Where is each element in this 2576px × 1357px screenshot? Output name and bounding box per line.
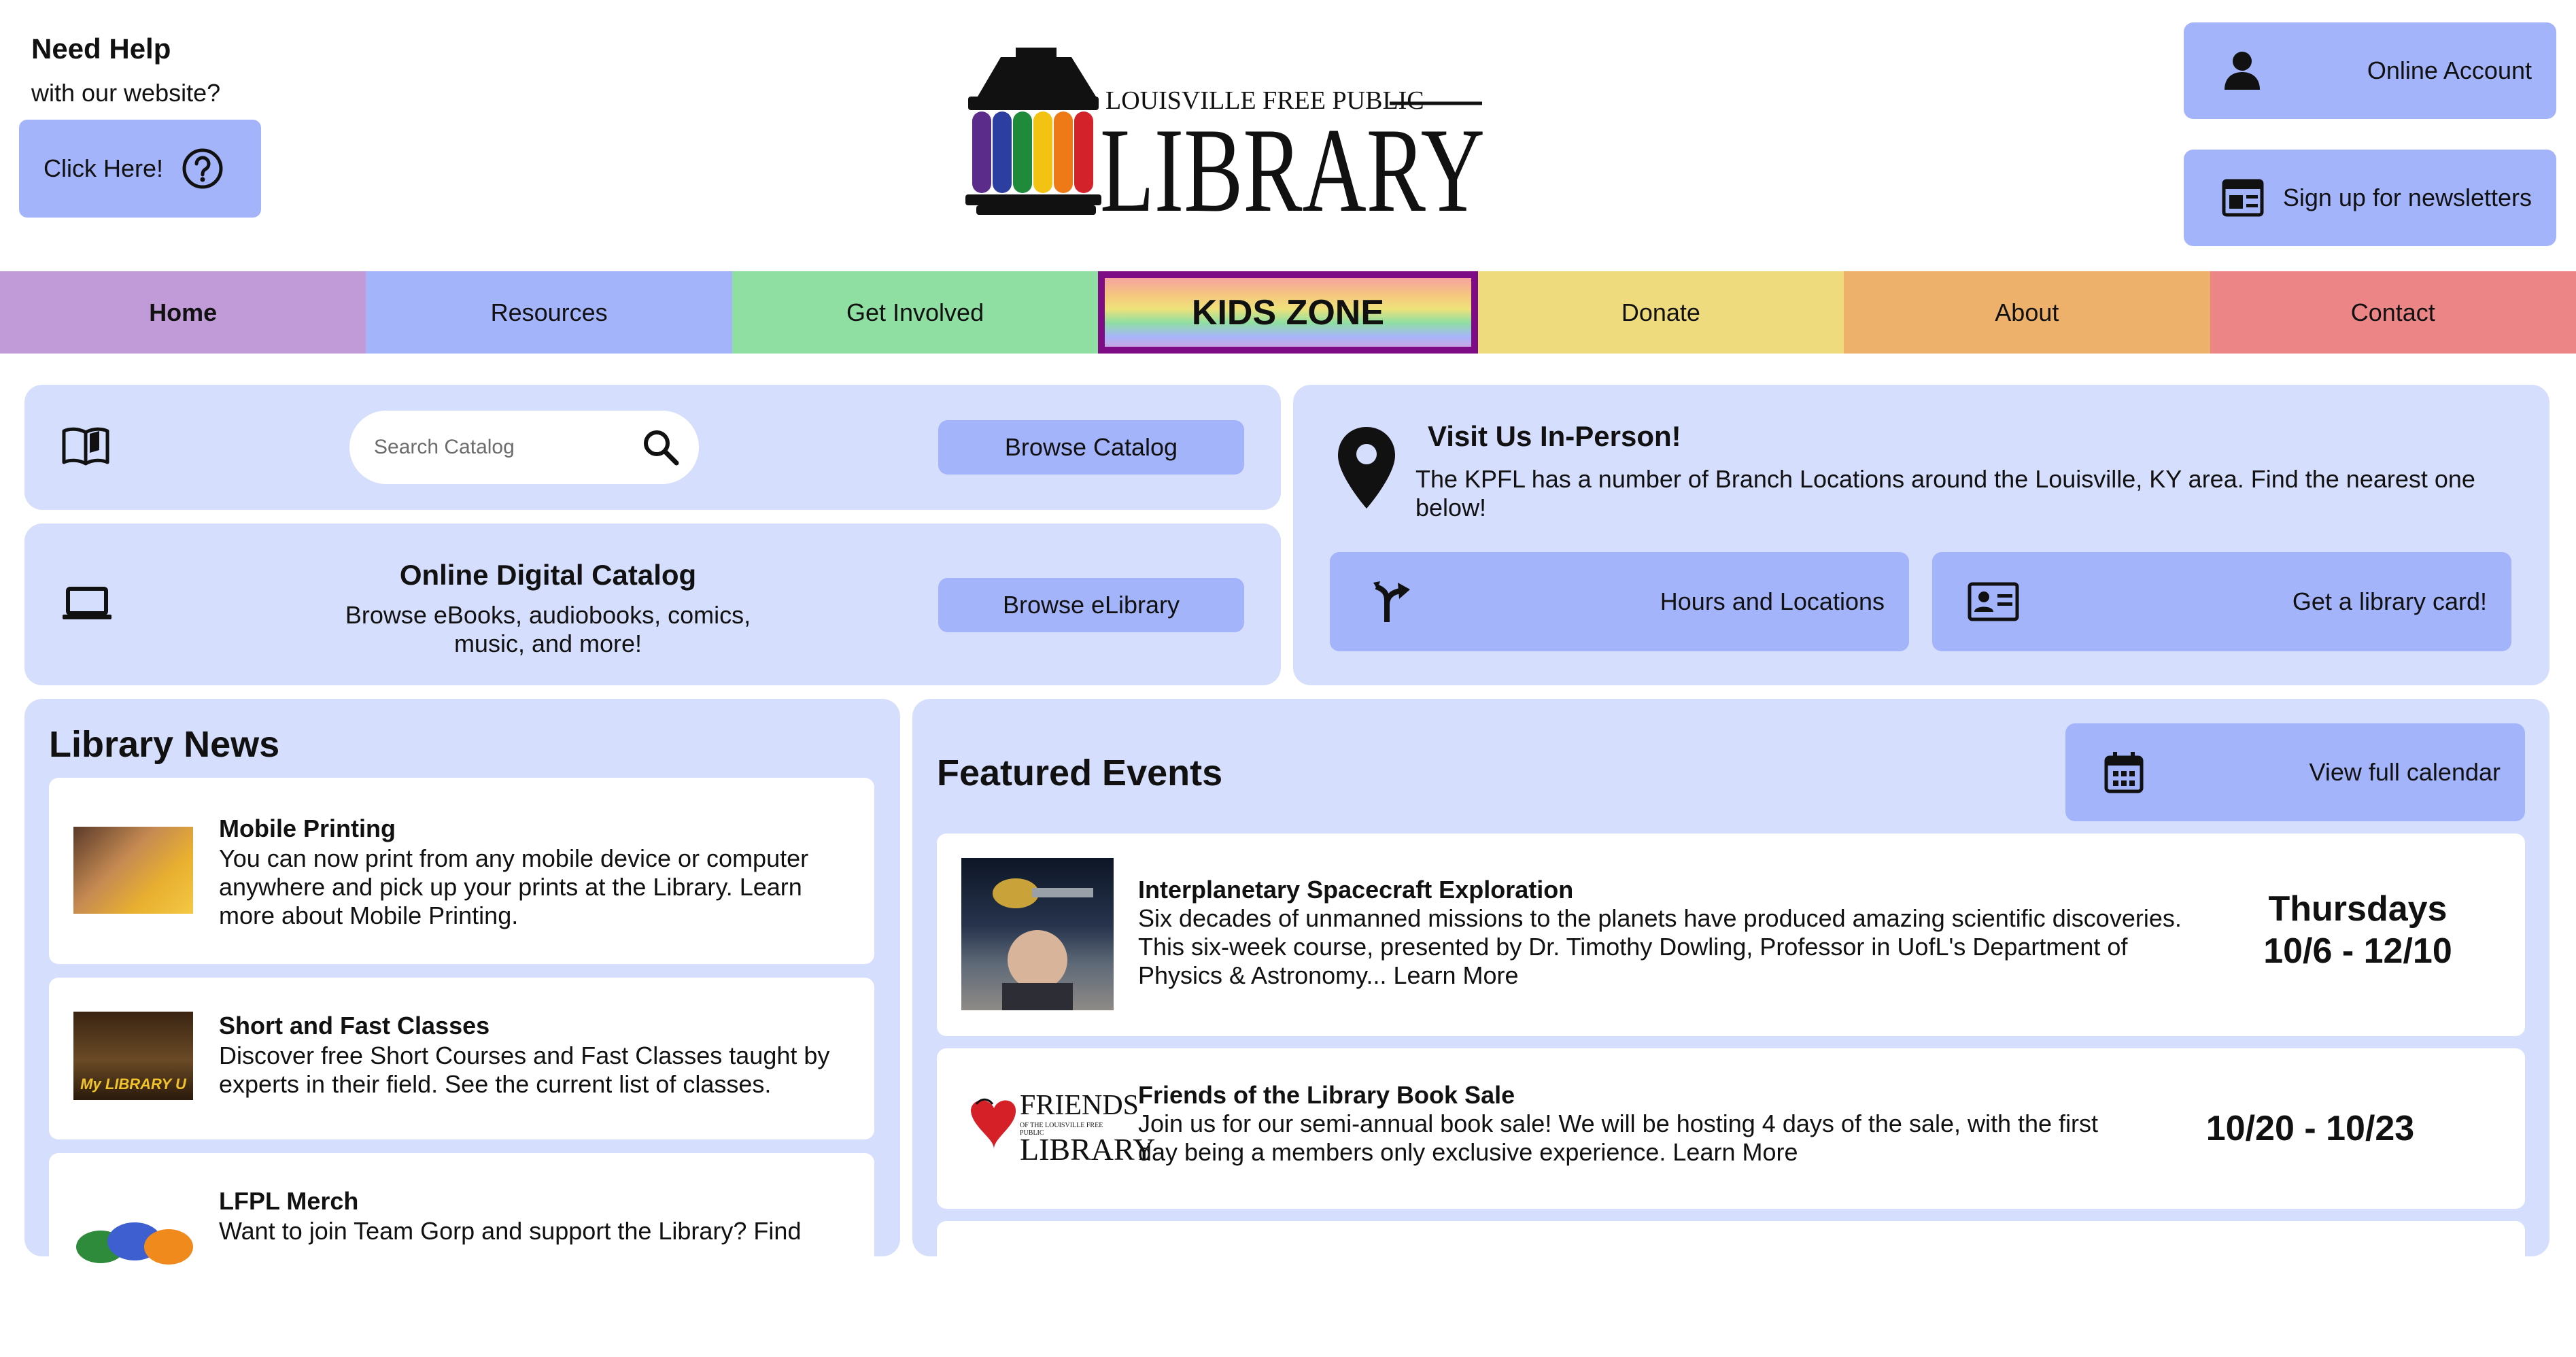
my-library-u-logo: My LIBRARY U [80,1076,186,1093]
catalog-search-panel: Search Catalog Browse Catalog [24,385,1281,510]
newsletter-icon [2222,179,2264,217]
book-icon [61,426,110,466]
online-account-button[interactable]: Online Account [2184,22,2556,119]
event-item[interactable]: FRIENDS OF THE LOUISVILLE FREE PUBLIC LI… [937,1048,2525,1209]
view-calendar-label: View full calendar [2309,758,2501,786]
laptop-icon [61,586,113,621]
friends-logo-line1: FRIENDS [1020,1090,1139,1121]
nav-kids-zone[interactable]: KIDS ZONE [1098,271,1478,354]
browse-elibrary-button[interactable]: Browse eLibrary [938,578,1244,632]
logo-line2: LIBRARY [1100,103,1485,227]
news-image-merch [73,1199,193,1267]
friends-of-library-logo: FRIENDS OF THE LOUISVILLE FREE PUBLIC LI… [961,1084,1155,1172]
person-icon [2223,50,2261,91]
nav-resources[interactable]: Resources [366,271,732,354]
library-card-label: Get a library card! [2292,587,2487,615]
visit-desc: The KPFL has a number of Branch Location… [1415,465,2475,521]
newsletter-label: Sign up for newsletters [2282,184,2532,211]
online-account-label: Online Account [2367,56,2532,84]
event-desc: Six decades of unmanned missions to the … [1138,904,2182,989]
event-date-line1: Thursdays [2268,889,2448,929]
event-date: 10/20 - 10/23 [2205,1109,2415,1148]
news-item-title: LFPL Merch [219,1187,359,1215]
digital-catalog-title: Online Digital Catalog [399,559,697,591]
nav-home[interactable]: Home [0,271,366,354]
help-button[interactable]: Click Here! [19,120,261,218]
help-button-label: Click Here! [44,154,164,182]
featured-events-title: Featured Events [937,753,1223,793]
news-item-desc: Discover free Short Courses and Fast Cla… [219,1042,830,1098]
help-title: Need Help [31,33,171,65]
nav-contact[interactable]: Contact [2210,271,2576,354]
browse-catalog-button[interactable]: Browse Catalog [938,420,1244,475]
event-date: Thursdays 10/6 - 12/10 [2208,888,2507,972]
event-desc: Join us for our semi-annual book sale! W… [1138,1110,2099,1166]
library-news-title: Library News [49,724,280,765]
hours-locations-button[interactable]: Hours and Locations [1330,552,1909,651]
featured-events-panel: Featured Events View full calendar Inter… [912,699,2549,1357]
news-image-mobile-printing [73,827,193,914]
view-calendar-button[interactable]: View full calendar [2065,723,2525,821]
event-date-line2: 10/6 - 12/10 [2263,931,2452,971]
news-item[interactable]: My LIBRARY U Short and Fast Classes Disc… [49,978,874,1139]
news-item[interactable]: LFPL Merch Want to join Team Gorp and su… [49,1153,874,1289]
newsletter-button[interactable]: Sign up for newsletters [2184,150,2556,246]
search-placeholder: Search Catalog [374,436,515,458]
main-nav: Home Resources Get Involved KIDS ZONE Do… [0,271,2576,354]
news-item-title: Short and Fast Classes [219,1012,490,1040]
friends-logo-line3: LIBRARY [1020,1132,1156,1167]
library-news-panel: Library News Mobile Printing You can now… [24,699,900,1289]
nav-about[interactable]: About [1844,271,2210,354]
directions-icon [1371,580,1414,623]
question-icon [181,147,224,190]
news-item-desc: You can now print from any mobile device… [219,844,809,929]
event-image-spacecraft [961,858,1114,1010]
digital-catalog-panel: Online Digital Catalog Browse eBooks, au… [24,523,1281,685]
help-subtitle: with our website? [31,79,221,107]
id-card-icon [1968,582,2019,621]
library-logo[interactable]: LOUISVILLE FREE PUBLIC LIBRARY [963,44,1493,227]
visit-panel: Visit Us In-Person! The KPFL has a numbe… [1293,385,2549,685]
calendar-icon [2103,751,2144,794]
library-card-button[interactable]: Get a library card! [1932,552,2511,651]
news-image-classes: My LIBRARY U [73,1012,193,1100]
nav-donate[interactable]: Donate [1477,271,1844,354]
search-icon[interactable] [642,428,680,466]
digital-catalog-desc: Browse eBooks, audiobooks, comics, music… [345,601,751,657]
map-pin-icon [1337,426,1396,510]
news-item-title: Mobile Printing [219,814,396,842]
hours-locations-label: Hours and Locations [1660,587,1885,615]
news-item[interactable]: Mobile Printing You can now print from a… [49,778,874,964]
event-item[interactable]: Interplanetary Spacecraft Exploration Si… [937,834,2525,1036]
nav-get-involved[interactable]: Get Involved [732,271,1099,354]
event-title: Friends of the Library Book Sale [1138,1081,1515,1109]
visit-title: Visit Us In-Person! [1428,420,1681,452]
event-item[interactable] [937,1221,2525,1357]
news-item-desc: Want to join Team Gorp and support the L… [219,1217,802,1245]
catalog-search-input[interactable]: Search Catalog [349,411,699,484]
event-title: Interplanetary Spacecraft Exploration [1138,876,1574,904]
